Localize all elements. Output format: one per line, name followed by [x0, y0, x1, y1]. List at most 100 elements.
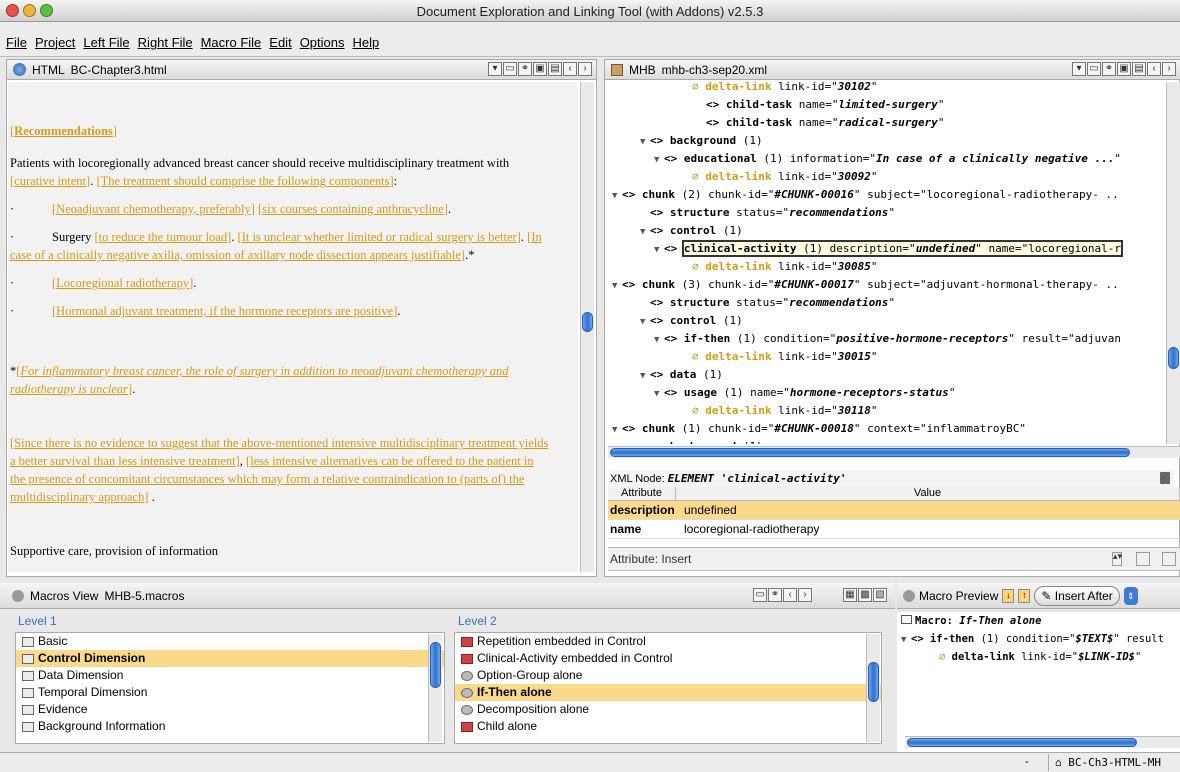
xml-tag-name[interactable]: structure [670, 296, 730, 309]
locoregional-radiotherapy-link[interactable]: Locoregional radiotherapy [56, 276, 189, 290]
xml-tag-name[interactable]: chunk [642, 422, 675, 435]
xml-tree-row[interactable]: ▼ <> control (1) [640, 312, 743, 330]
treatment-components-link[interactable]: The treatment should comprise the follow… [101, 174, 390, 188]
list-item[interactable]: Basic [16, 633, 444, 650]
axilla-link[interactable]: case of a clinically negative axilla, om… [10, 248, 461, 262]
previous-icon[interactable]: ‹ [1147, 62, 1161, 76]
select-dropdown-icon[interactable]: ▾ [1072, 62, 1086, 76]
view-dropdown-icon[interactable]: ▭ [753, 588, 767, 602]
expand-toggle-icon[interactable]: ▼ [640, 313, 650, 331]
grid-find-icon[interactable]: ▩ [858, 588, 872, 602]
attribute-row[interactable]: name locoregional-radiotherapy [608, 520, 1180, 539]
level2-scroll-thumb[interactable] [868, 662, 879, 702]
next-icon[interactable]: › [798, 588, 812, 602]
menu-right-file[interactable]: Right File [138, 35, 193, 50]
view-dropdown-icon[interactable]: ▭ [503, 62, 517, 76]
less-intensive-link[interactable]: less intensive alternatives can be offer… [250, 454, 533, 468]
tumour-load-link[interactable]: to reduce the tumour load [99, 230, 227, 244]
expand-toggle-icon[interactable]: ▼ [640, 133, 650, 151]
xml-tree-row[interactable]: <> child-task name="limited-surgery" [696, 96, 944, 114]
expand-toggle-icon[interactable]: ▼ [654, 241, 664, 259]
link-icon[interactable]: ⚭ [518, 62, 532, 76]
insert-mode-stepper[interactable]: ⇕ [1123, 586, 1138, 605]
menu-help[interactable]: Help [353, 35, 380, 50]
expand-toggle-icon[interactable]: ▼ [640, 439, 650, 444]
previous-icon[interactable]: ‹ [563, 62, 577, 76]
heading-recommendations-link[interactable]: Recommendations [14, 124, 113, 138]
save-icon[interactable]: ▣ [533, 62, 547, 76]
grid-icon[interactable]: ▦ [843, 588, 857, 602]
xml-tag-name[interactable]: structure [670, 206, 730, 219]
xml-tree-row[interactable]: ▼<> background (1) [640, 438, 763, 444]
expand-toggle-icon[interactable]: ▼ [654, 385, 664, 403]
link-icon[interactable]: ⚭ [1102, 62, 1116, 76]
select-dropdown-icon[interactable]: ▾ [488, 62, 502, 76]
inflammatory-footnote-link[interactable]: For inflammatory breast cancer, the role… [20, 364, 508, 378]
settings-icon[interactable] [1162, 552, 1176, 566]
attribute-value[interactable]: undefined [676, 501, 737, 519]
expand-toggle-icon[interactable]: ▼ [654, 331, 664, 349]
menu-edit[interactable]: Edit [269, 35, 291, 50]
xml-tree-row[interactable]: ▼ <> control (1) [640, 222, 743, 240]
xml-tree-row[interactable]: ▼ <> data (1) [640, 366, 723, 384]
six-courses-link[interactable]: six courses containing anthracycline [262, 202, 444, 216]
list-item[interactable]: Clinical-Activity embedded in Control [455, 650, 881, 667]
level2-list[interactable]: Repetition embedded in Control Clinical-A… [454, 632, 882, 744]
stepper-icon[interactable]: ▴▾ [1112, 552, 1122, 566]
preview-if-then-tag[interactable]: if-then [930, 633, 974, 645]
level1-scroll-thumb[interactable] [430, 642, 441, 688]
menu-macro-file[interactable]: Macro File [201, 35, 262, 50]
menu-left-file[interactable]: Left File [83, 35, 129, 50]
trash-icon[interactable] [1160, 472, 1170, 484]
xml-tree-row[interactable]: ▼ <> educational (1) information="In case… [654, 150, 1121, 168]
unclear-surgery-link[interactable]: It is unclear whether limited or radical… [242, 230, 517, 244]
xml-tag-name[interactable]: usage [684, 386, 717, 399]
no-evidence-link-cont[interactable]: a better survival than less intensive tr… [10, 454, 236, 468]
xml-tag-name[interactable]: control [670, 314, 716, 327]
xml-tag-name[interactable]: delta-link [705, 404, 771, 417]
list-item[interactable]: Control Dimension [16, 650, 444, 667]
expand-toggle-icon[interactable]: ▼ [640, 223, 650, 241]
attribute-column-header[interactable]: Attribute [608, 487, 676, 500]
move-down-icon[interactable]: ↓ [1002, 588, 1015, 603]
xml-tag-name[interactable]: control [670, 224, 716, 237]
xml-tree-row[interactable]: ▼ <> chunk (2) chunk-id="#CHUNK-00016" su… [612, 186, 1119, 204]
xml-tag-name[interactable]: chunk [642, 278, 675, 291]
level1-scrollbar[interactable] [428, 634, 442, 742]
next-icon[interactable]: › [1162, 62, 1176, 76]
xml-tree-row[interactable]: ▼ <> if-then (1) condition="positive-horm… [654, 330, 1121, 348]
xml-tag-name[interactable]: if-then [684, 332, 730, 345]
xml-tag-name[interactable]: delta-link [705, 82, 771, 93]
preview-hscroll[interactable] [905, 736, 1180, 748]
save-as-icon[interactable]: ▤ [1132, 62, 1146, 76]
selected-node[interactable]: clinical-activity (1) description="undef… [681, 240, 1124, 257]
view-dropdown-icon[interactable]: ▭ [1087, 62, 1101, 76]
xml-tag-name[interactable]: clinical-activity [684, 242, 797, 255]
xml-tag-name[interactable]: educational [684, 152, 757, 165]
menu-project[interactable]: Project [35, 35, 75, 50]
html-vertical-scrollbar[interactable] [580, 82, 594, 572]
less-intensive-link-end[interactable]: multidisciplinary approach [10, 490, 144, 504]
xml-tree-row[interactable]: <> structure status="recommendations" [640, 204, 895, 222]
xml-tree-view[interactable]: ⌀ delta-link link-id="30102" <> child-tas… [608, 82, 1168, 444]
xml-tag-name[interactable]: chunk [642, 188, 675, 201]
preview-hscroll-thumb[interactable] [907, 738, 1137, 747]
expand-toggle-icon[interactable]: ▼ [654, 151, 664, 169]
expand-toggle-icon[interactable]: ▼ [612, 421, 622, 439]
level2-scrollbar[interactable] [866, 634, 880, 742]
inflammatory-footnote-link-cont[interactable]: radiotherapy is unclear [10, 382, 128, 396]
xml-scroll-thumb[interactable] [1168, 347, 1179, 369]
list-item[interactable]: Data Dimension [16, 667, 444, 684]
insert-after-button[interactable]: ✎ Insert After [1034, 585, 1120, 606]
xml-tag-name[interactable]: delta-link [705, 170, 771, 183]
level1-list[interactable]: Basic Control Dimension Data Dimension Temp… [15, 632, 445, 744]
list-icon[interactable] [1136, 552, 1150, 566]
no-evidence-link[interactable]: Since there is no evidence to suggest th… [14, 436, 548, 450]
attribute-row[interactable]: description undefined [608, 501, 1180, 520]
xml-tree-row[interactable]: ⌀ delta-link link-id="30092" [682, 168, 877, 186]
next-icon[interactable]: › [578, 62, 592, 76]
xml-tree-row[interactable]: ⌀ delta-link link-id="30085" [682, 258, 877, 276]
neoadjuvant-link[interactable]: Neoadjuvant chemotherapy, preferably [56, 202, 251, 216]
menu-options[interactable]: Options [300, 35, 345, 50]
xml-tree-row[interactable]: <> structure status="recommendations" [640, 294, 895, 312]
